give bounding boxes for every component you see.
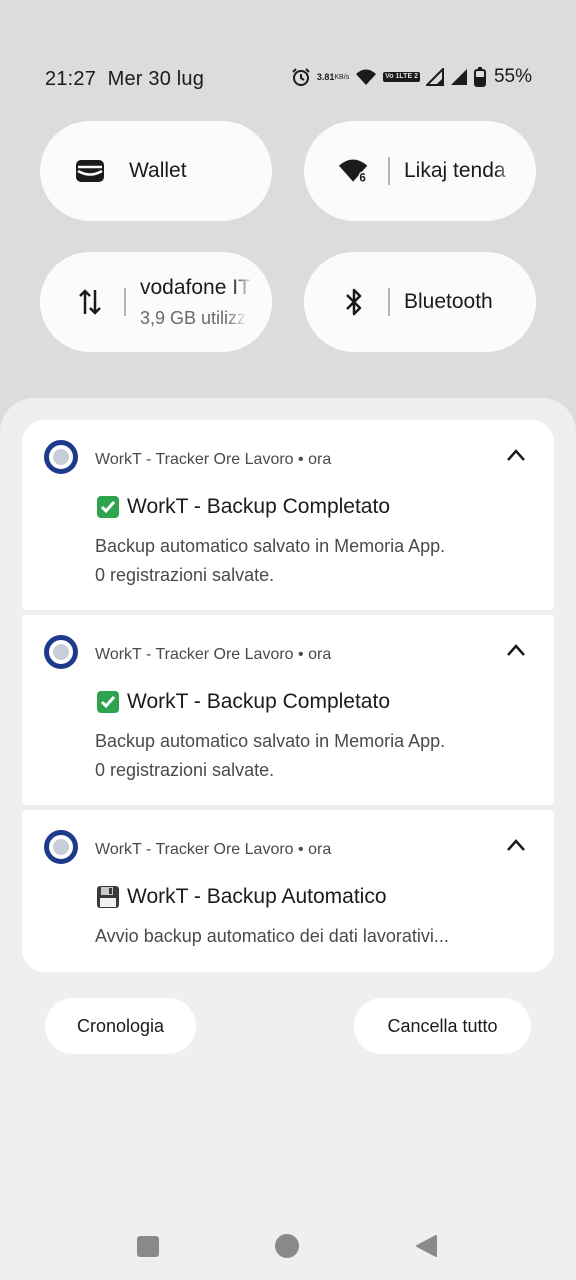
tile-bluetooth[interactable]: Bluetooth	[304, 252, 536, 352]
notification-card[interactable]: WorkT - Tracker Ore Lavoro • ora WorkT -…	[22, 810, 554, 972]
tile-mobile-data[interactable]: vodafone IT 3,9 GB utilizzati	[40, 252, 272, 352]
date: Mer 30 lug	[107, 68, 205, 90]
notification-header: WorkT - Tracker Ore Lavoro • ora	[95, 451, 332, 468]
status-time-date: 21:27 Mer 30 lug	[45, 68, 204, 91]
notification-title: WorkT - Backup Completato	[95, 689, 390, 715]
status-icons: 3.81 KB/s Vo 1 LTE 2 55%	[291, 66, 532, 88]
alarm-icon	[291, 67, 311, 87]
history-button[interactable]: Cronologia	[45, 998, 196, 1054]
tile-separator	[124, 288, 126, 316]
volte-badge: Vo 1 LTE 2	[383, 72, 420, 82]
floppy-disk-icon	[95, 884, 121, 910]
navigation-bar	[0, 1222, 576, 1270]
signal-1-icon	[425, 68, 444, 86]
back-button[interactable]	[414, 1234, 438, 1258]
wifi-status-icon	[355, 68, 377, 86]
svg-text:6: 6	[359, 173, 365, 185]
chevron-up-icon[interactable]	[506, 838, 526, 854]
tile-wallet[interactable]: Wallet	[40, 121, 272, 221]
tile-wallet-label: Wallet	[129, 159, 187, 182]
clock: 21:27	[45, 68, 97, 90]
tile-wifi[interactable]: 6 Likaj tenda	[304, 121, 536, 221]
home-button[interactable]	[275, 1234, 299, 1258]
tile-mobile-data-label: vodafone IT	[140, 276, 251, 299]
notification-title: WorkT - Backup Completato	[95, 494, 390, 520]
notification-body: Avvio backup automatico dei dati lavorat…	[95, 926, 449, 946]
app-icon	[44, 440, 78, 474]
battery-icon	[473, 67, 486, 87]
tile-separator	[388, 157, 390, 185]
app-icon	[44, 635, 78, 669]
notification-body: Backup automatico salvato in Memoria App…	[95, 536, 446, 585]
clear-all-button[interactable]: Cancella tutto	[354, 998, 531, 1054]
wifi-6-icon: 6	[338, 155, 370, 187]
chevron-up-icon[interactable]	[506, 643, 526, 659]
bluetooth-icon	[338, 286, 370, 318]
tile-wifi-label: Likaj tenda	[404, 159, 506, 182]
notification-card[interactable]: WorkT - Tracker Ore Lavoro • ora WorkT -…	[22, 615, 554, 805]
check-mark-button-icon	[95, 689, 121, 715]
notification-card[interactable]: WorkT - Tracker Ore Lavoro • ora WorkT -…	[22, 420, 554, 610]
signal-2-icon	[450, 68, 468, 86]
notification-title: WorkT - Backup Automatico	[95, 884, 387, 910]
tile-mobile-data-usage: 3,9 GB utilizzati	[140, 308, 248, 328]
notification-header: WorkT - Tracker Ore Lavoro • ora	[95, 646, 332, 663]
check-mark-button-icon	[95, 494, 121, 520]
notification-header: WorkT - Tracker Ore Lavoro • ora	[95, 841, 332, 858]
data-transfer-icon	[74, 286, 106, 318]
network-speed: 3.81 KB/s	[316, 71, 350, 82]
notification-body: Backup automatico salvato in Memoria App…	[95, 731, 446, 780]
chevron-up-icon[interactable]	[506, 448, 526, 464]
wallet-icon	[74, 155, 106, 187]
status-bar: 21:27 Mer 30 lug 3.81 KB/s Vo 1 LTE 2 55…	[0, 62, 576, 98]
app-icon	[44, 830, 78, 864]
tile-bluetooth-label: Bluetooth	[404, 290, 493, 313]
tile-separator	[388, 288, 390, 316]
recents-button[interactable]	[137, 1236, 159, 1257]
battery-percent: 55%	[493, 66, 532, 87]
